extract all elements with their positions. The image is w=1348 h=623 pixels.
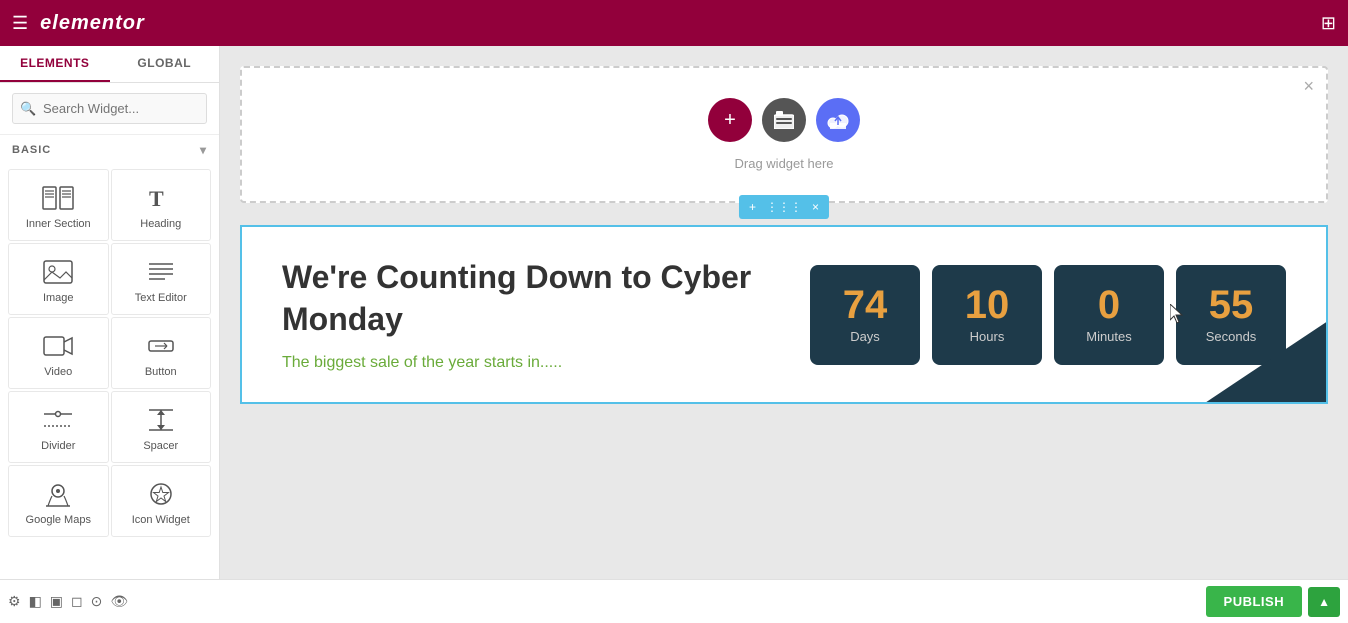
publish-button[interactable]: PUBLISH <box>1206 586 1303 617</box>
brand-logo: elementor <box>40 12 1309 35</box>
widget-icon2[interactable]: Icon Widget <box>111 465 212 537</box>
hamburger-menu[interactable]: ☰ <box>12 13 28 34</box>
timer-days-label: Days <box>850 329 880 344</box>
history-icon[interactable]: ◧ <box>29 593 42 610</box>
bottom-icons: ⚙ ◧ ▣ ◻ ⊙ 👁 <box>8 593 1200 610</box>
template-button[interactable] <box>762 98 806 142</box>
search-container: 🔍 <box>0 83 219 135</box>
add-element-button[interactable]: + <box>708 98 752 142</box>
search-wrapper: 🔍 <box>12 93 207 124</box>
main-layout: ELEMENTS GLOBAL 🔍 BASIC ▾ <box>0 46 1348 579</box>
divider-icon <box>42 406 74 434</box>
countdown-section: We're Counting Down to Cyber Monday The … <box>240 225 1328 404</box>
countdown-title: We're Counting Down to Cyber Monday <box>282 257 770 340</box>
section-add-button[interactable]: + <box>745 198 760 216</box>
widget-heading-label: Heading <box>140 218 181 230</box>
close-section-button[interactable]: × <box>1303 76 1314 97</box>
sidebar-tabs: ELEMENTS GLOBAL <box>0 46 219 83</box>
sidebar: ELEMENTS GLOBAL 🔍 BASIC ▾ <box>0 46 220 579</box>
mobile-icon[interactable]: ◻ <box>71 593 83 610</box>
section-move-button[interactable]: ⋮⋮⋮ <box>762 198 806 216</box>
star-icon <box>145 480 177 508</box>
widgets-grid: Inner Section T Heading <box>0 165 219 541</box>
timer-hours-value: 10 <box>965 285 1010 325</box>
text-editor-icon <box>145 258 177 286</box>
widget-button-label: Button <box>145 366 177 378</box>
inner-section-icon <box>42 184 74 212</box>
widget-image[interactable]: Image <box>8 243 109 315</box>
widget-icon1[interactable]: Google Maps <box>8 465 109 537</box>
preview-icon[interactable]: ⊙ <box>91 593 103 610</box>
widget-heading[interactable]: T Heading <box>111 169 212 241</box>
countdown-inner: We're Counting Down to Cyber Monday The … <box>242 227 1326 402</box>
timer-minutes-value: 0 <box>1098 285 1120 325</box>
timer-minutes-label: Minutes <box>1086 329 1132 344</box>
countdown-subtitle: The biggest sale of the year starts in..… <box>282 354 770 372</box>
widget-icon1-label: Google Maps <box>26 514 91 526</box>
svg-text:T: T <box>149 186 164 211</box>
video-icon <box>42 332 74 360</box>
section-close-button[interactable]: × <box>808 198 823 216</box>
widget-inner-section-label: Inner Section <box>26 218 91 230</box>
timer-box-days: 74 Days <box>810 265 920 365</box>
topbar: ☰ elementor ⊞ <box>0 0 1348 46</box>
dropzone-actions: + <box>708 98 860 142</box>
timer-seconds-label: Seconds <box>1206 329 1257 344</box>
timer-box-seconds: 55 Seconds <box>1176 265 1286 365</box>
spacer-icon <box>145 406 177 434</box>
button-icon <box>145 332 177 360</box>
widget-text-editor-label: Text Editor <box>135 292 187 304</box>
widget-inner-section[interactable]: Inner Section <box>8 169 109 241</box>
timer-box-minutes: 0 Minutes <box>1054 265 1164 365</box>
search-icon: 🔍 <box>20 101 36 117</box>
widget-image-label: Image <box>43 292 74 304</box>
countdown-timer: 74 Days 10 Hours 0 Minutes 55 Seconds <box>810 265 1286 365</box>
publish-arrow-button[interactable]: ▲ <box>1308 587 1340 617</box>
timer-seconds-value: 55 <box>1209 285 1254 325</box>
countdown-text: We're Counting Down to Cyber Monday The … <box>282 257 770 372</box>
settings-icon[interactable]: ⚙ <box>8 593 21 610</box>
chevron-down-icon: ▾ <box>200 143 207 157</box>
widget-text-editor[interactable]: Text Editor <box>111 243 212 315</box>
basic-section-label: BASIC <box>12 144 51 156</box>
tab-global[interactable]: GLOBAL <box>110 46 220 82</box>
heading-icon: T <box>145 184 177 212</box>
cloud-button[interactable] <box>816 98 860 142</box>
section-dropzone: × + <box>240 66 1328 203</box>
timer-box-hours: 10 Hours <box>932 265 1042 365</box>
timer-days-value: 74 <box>843 285 888 325</box>
image-icon <box>42 258 74 286</box>
location-icon <box>42 480 74 508</box>
tab-elements[interactable]: ELEMENTS <box>0 46 110 82</box>
search-input[interactable] <box>12 93 207 124</box>
widget-spacer-label: Spacer <box>143 440 178 452</box>
grid-icon[interactable]: ⊞ <box>1321 13 1336 34</box>
widget-button[interactable]: Button <box>111 317 212 389</box>
responsive-icon[interactable]: ▣ <box>50 593 63 610</box>
widget-video[interactable]: Video <box>8 317 109 389</box>
widget-icon2-label: Icon Widget <box>132 514 190 526</box>
widget-video-label: Video <box>44 366 72 378</box>
publish-bar: ⚙ ◧ ▣ ◻ ⊙ 👁 PUBLISH ▲ <box>0 579 1348 623</box>
dropzone-inner: + <box>242 68 1326 201</box>
canvas-area: × + <box>220 46 1348 579</box>
section-toolbar: + ⋮⋮⋮ × <box>739 195 829 219</box>
widget-spacer[interactable]: Spacer <box>111 391 212 463</box>
drag-text: Drag widget here <box>735 156 834 171</box>
widget-divider-label: Divider <box>41 440 75 452</box>
basic-section-header[interactable]: BASIC ▾ <box>0 135 219 165</box>
timer-hours-label: Hours <box>970 329 1005 344</box>
eye-icon[interactable]: 👁 <box>110 593 128 610</box>
widget-divider[interactable]: Divider <box>8 391 109 463</box>
